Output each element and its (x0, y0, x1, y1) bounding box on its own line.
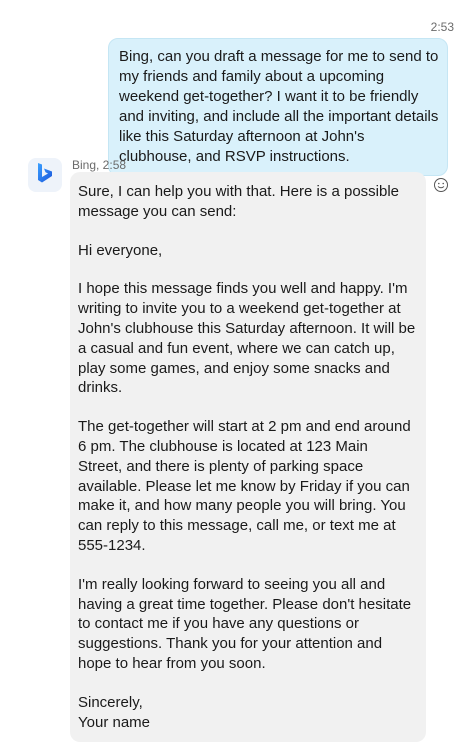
bot-signature: Your name (78, 713, 150, 731)
user-message-text: Bing, can you draft a message for me to … (119, 48, 439, 165)
user-message-time: 2:53 (430, 20, 454, 34)
user-message-bubble: Bing, can you draft a message for me to … (108, 38, 448, 176)
bot-paragraph: Sure, I can help you with that. Here is … (78, 183, 400, 220)
bot-paragraph: I'm really looking forward to seeing you… (78, 575, 412, 672)
bot-paragraph: Hi everyone, (78, 241, 163, 259)
bot-paragraph: The get-together will start at 2 pm and … (78, 418, 411, 554)
bing-logo-icon (35, 162, 55, 189)
smiley-icon[interactable] (433, 177, 449, 193)
bot-paragraph: I hope this message finds you well and h… (78, 280, 416, 397)
bot-message-meta: Bing, 2:58 (72, 158, 127, 172)
bing-avatar (28, 158, 62, 192)
bot-signoff: Sincerely, (78, 693, 143, 711)
bot-message-bubble: Sure, I can help you with that. Here is … (70, 172, 426, 742)
